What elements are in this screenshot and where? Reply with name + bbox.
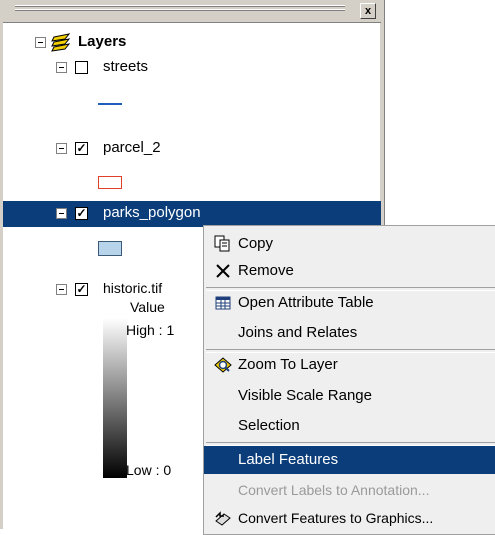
remove-icon bbox=[216, 264, 230, 278]
raster-value-label: Value bbox=[130, 299, 165, 315]
menu-item-label: Convert Labels to Annotation... bbox=[238, 482, 430, 498]
streets-symbol[interactable] bbox=[98, 103, 122, 105]
historic-visibility-checkbox[interactable]: ✓ bbox=[75, 283, 88, 296]
layers-collapse-toggle[interactable] bbox=[35, 37, 46, 48]
raster-high-label: High : 1 bbox=[126, 322, 175, 338]
titlebar-grip-shadow bbox=[15, 10, 345, 11]
menu-item-label: Joins and Relates bbox=[238, 324, 358, 341]
menu-item-remove[interactable]: Remove bbox=[204, 256, 495, 286]
zoom-to-layer-icon bbox=[214, 357, 232, 373]
close-button[interactable]: x bbox=[360, 3, 376, 19]
parcel-visibility-checkbox[interactable]: ✓ bbox=[75, 142, 88, 155]
panel-titlebar[interactable]: x bbox=[3, 0, 381, 23]
menu-item-label: Open Attribute Table bbox=[238, 294, 374, 311]
parks-visibility-checkbox[interactable]: ✓ bbox=[75, 207, 88, 220]
convert-graphics-icon bbox=[215, 511, 231, 526]
parks-collapse-toggle[interactable] bbox=[56, 208, 67, 219]
layer-name-streets[interactable]: streets bbox=[103, 58, 148, 75]
layer-name-parks[interactable]: parks_polygon bbox=[103, 204, 201, 221]
layer-name-historic[interactable]: historic.tif bbox=[103, 280, 162, 296]
layer-context-menu: Copy Remove Open Attribute Table Joins a… bbox=[203, 225, 495, 535]
layers-icon bbox=[51, 33, 71, 52]
menu-item-label: Convert Features to Graphics... bbox=[238, 510, 434, 526]
menu-item-convert-labels-to-annotation[interactable]: Convert Labels to Annotation... bbox=[204, 476, 495, 506]
layers-root-label[interactable]: Layers bbox=[78, 33, 126, 50]
menu-item-open-attribute-table[interactable]: Open Attribute Table bbox=[204, 288, 495, 318]
raster-gradient-ramp[interactable] bbox=[103, 318, 127, 478]
menu-item-label: Zoom To Layer bbox=[238, 356, 338, 373]
menu-item-label-features[interactable]: Label Features bbox=[204, 446, 495, 474]
menu-item-convert-features-to-graphics[interactable]: Convert Features to Graphics... bbox=[204, 504, 495, 534]
menu-item-visible-scale-range[interactable]: Visible Scale Range bbox=[204, 381, 495, 411]
menu-item-label: Remove bbox=[238, 262, 294, 279]
menu-item-label: Selection bbox=[238, 417, 300, 434]
table-icon bbox=[215, 296, 231, 310]
menu-item-label: Copy bbox=[238, 235, 274, 252]
parcel-symbol[interactable] bbox=[98, 176, 122, 189]
parcel-collapse-toggle[interactable] bbox=[56, 143, 67, 154]
streets-visibility-checkbox[interactable] bbox=[75, 61, 88, 74]
menu-item-selection[interactable]: Selection bbox=[204, 411, 495, 441]
menu-item-zoom-to-layer[interactable]: Zoom To Layer bbox=[204, 350, 495, 380]
raster-low-label: Low : 0 bbox=[126, 462, 172, 478]
parks-symbol[interactable] bbox=[98, 241, 122, 256]
historic-collapse-toggle[interactable] bbox=[56, 284, 67, 295]
layer-name-parcel[interactable]: parcel_2 bbox=[103, 139, 161, 156]
menu-item-copy[interactable]: Copy bbox=[204, 229, 495, 259]
copy-icon bbox=[214, 235, 230, 252]
menu-item-joins-and-relates[interactable]: Joins and Relates bbox=[204, 318, 495, 348]
menu-item-label: Label Features bbox=[238, 451, 339, 468]
titlebar-grip-shadow bbox=[15, 6, 345, 7]
streets-collapse-toggle[interactable] bbox=[56, 62, 67, 73]
menu-item-label: Visible Scale Range bbox=[238, 387, 372, 404]
